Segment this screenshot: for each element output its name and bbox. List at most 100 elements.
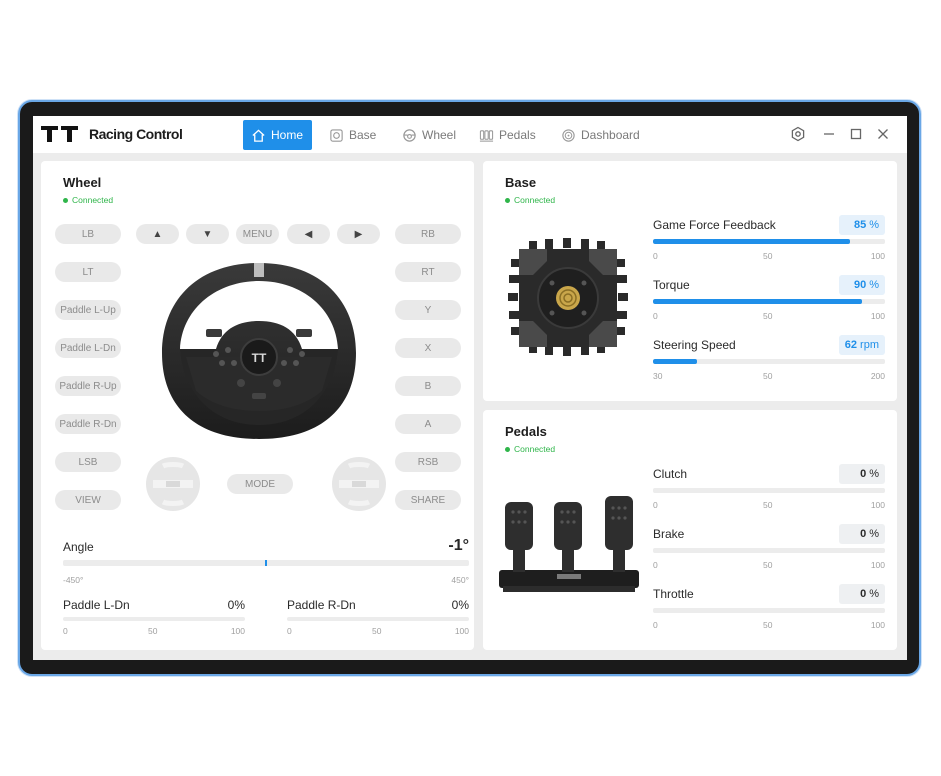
dashboard-icon: [562, 128, 575, 142]
base-status-label: Connected: [514, 195, 556, 205]
pedal-tick-min: 0: [653, 620, 658, 630]
tab-pedals-label: Pedals: [499, 128, 536, 142]
base-slider-track[interactable]: [653, 239, 885, 244]
paddle-l-label: Paddle L-Dn: [63, 598, 130, 612]
base-value-field[interactable]: 62 rpm: [839, 335, 885, 355]
button-paddle-l-up[interactable]: Paddle L-Up: [55, 300, 121, 320]
base-slider-label: Steering Speed: [653, 338, 736, 352]
button-dpad-down[interactable]: ▼: [186, 224, 229, 244]
base-status: Connected: [505, 195, 555, 205]
button-y[interactable]: Y: [395, 300, 461, 320]
pedals-image: [499, 496, 639, 592]
pedal-tick-min: 0: [653, 560, 658, 570]
close-icon[interactable]: [875, 126, 891, 142]
pedal-value-field[interactable]: 0%: [839, 464, 885, 484]
button-mode[interactable]: MODE: [227, 474, 293, 494]
status-dot-icon: [505, 197, 510, 203]
button-rt[interactable]: RT: [395, 262, 461, 282]
button-x[interactable]: X: [395, 338, 461, 358]
button-dpad-right[interactable]: ▶: [337, 224, 380, 244]
button-b[interactable]: B: [395, 376, 461, 396]
button-lb[interactable]: LB: [55, 224, 121, 244]
base-slider-fill: [653, 239, 851, 244]
maximize-icon[interactable]: [848, 126, 864, 142]
paddle-r-tick-min: 0: [287, 626, 292, 636]
button-dpad-left[interactable]: ◀: [287, 224, 330, 244]
tab-home-label: Home: [271, 128, 304, 142]
pedal-unit: %: [869, 588, 879, 600]
button-paddle-l-dn[interactable]: Paddle L-Dn: [55, 338, 121, 358]
pedal-tick-min: 0: [653, 500, 658, 510]
minimize-icon[interactable]: [821, 126, 837, 142]
steering-wheel-image: TT: [162, 263, 356, 439]
wheel-panel: Wheel Connected LB LT Paddle L-Up Paddle…: [41, 161, 474, 650]
app-window: Racing Control Home Base Wheel Pedals Da…: [33, 116, 907, 660]
pedal-slider-track[interactable]: [653, 488, 885, 493]
paddle-l-value: 0%: [227, 598, 245, 612]
base-tick-max: 200: [870, 371, 885, 381]
tab-home[interactable]: Home: [243, 120, 312, 150]
base-slider-track[interactable]: [653, 299, 885, 304]
tab-base-label: Base: [349, 128, 377, 142]
button-rsb[interactable]: RSB: [395, 452, 461, 472]
pedal-unit: %: [869, 528, 879, 540]
pedal-tick-max: 100: [870, 560, 885, 570]
paddle-r-value: 0%: [451, 598, 469, 612]
button-lt[interactable]: LT: [55, 262, 121, 282]
svg-text:TT: TT: [252, 351, 267, 365]
pedal-value-field[interactable]: 0%: [839, 524, 885, 544]
base-panel: Base Connected Game Force Feedback 85 % …: [483, 161, 897, 401]
paddle-r-track: [287, 617, 469, 621]
right-stick-icon: [332, 457, 386, 511]
pedal-slider-label: Throttle: [653, 587, 694, 601]
pedal-slider-track[interactable]: [653, 548, 885, 553]
pedal-tick-max: 100: [870, 620, 885, 630]
base-value-field[interactable]: 85%: [839, 215, 885, 235]
tab-base[interactable]: Base: [321, 120, 384, 150]
paddle-l-tick-min: 0: [63, 626, 68, 636]
base-slider-fill: [653, 299, 862, 304]
tab-wheel[interactable]: Wheel: [394, 120, 464, 150]
button-menu[interactable]: MENU: [236, 224, 279, 244]
base-tick-max: 100: [870, 311, 885, 321]
button-dpad-up[interactable]: ▲: [136, 224, 179, 244]
pedal-slider-track[interactable]: [653, 608, 885, 613]
pedal-value: 0: [860, 468, 867, 480]
tab-dashboard[interactable]: Dashboard: [553, 120, 648, 150]
pedals-panel-title: Pedals: [505, 424, 547, 439]
button-paddle-r-dn[interactable]: Paddle R-Dn: [55, 414, 121, 434]
tab-pedals[interactable]: Pedals: [471, 120, 544, 150]
tab-dashboard-label: Dashboard: [581, 128, 640, 142]
wheel-icon: [403, 128, 416, 142]
pedal-value-field[interactable]: 0%: [839, 584, 885, 604]
base-tick-min: 0: [653, 311, 658, 321]
button-lsb[interactable]: LSB: [55, 452, 121, 472]
base-tick-mid: 50: [763, 311, 773, 321]
settings-gear-icon[interactable]: [790, 126, 806, 142]
wheel-status: Connected: [63, 195, 113, 205]
paddle-l-tick-max: 100: [230, 626, 245, 636]
base-value-field[interactable]: 90%: [839, 275, 885, 295]
paddle-r-tick-mid: 50: [372, 626, 382, 636]
pedal-tick-mid: 50: [763, 500, 773, 510]
base-slider-fill: [653, 359, 698, 364]
pedal-value: 0: [860, 588, 867, 600]
home-icon: [252, 128, 265, 142]
angle-value: -1°: [448, 537, 469, 554]
paddle-l-tick-mid: 50: [148, 626, 158, 636]
base-tick-max: 100: [870, 251, 885, 261]
button-paddle-r-up[interactable]: Paddle R-Up: [55, 376, 121, 396]
base-value: 85: [853, 219, 867, 231]
angle-marker: [264, 560, 267, 566]
button-share[interactable]: SHARE: [395, 490, 461, 510]
paddle-l-track: [63, 617, 245, 621]
button-view[interactable]: VIEW: [55, 490, 121, 510]
base-slider-label: Torque: [653, 278, 690, 292]
angle-max-label: 450°: [451, 575, 469, 585]
pedal-tick-mid: 50: [763, 560, 773, 570]
button-a[interactable]: A: [395, 414, 461, 434]
tt-logo: [41, 126, 78, 142]
base-slider-track[interactable]: [653, 359, 885, 364]
base-panel-title: Base: [505, 175, 537, 190]
button-rb[interactable]: RB: [395, 224, 461, 244]
